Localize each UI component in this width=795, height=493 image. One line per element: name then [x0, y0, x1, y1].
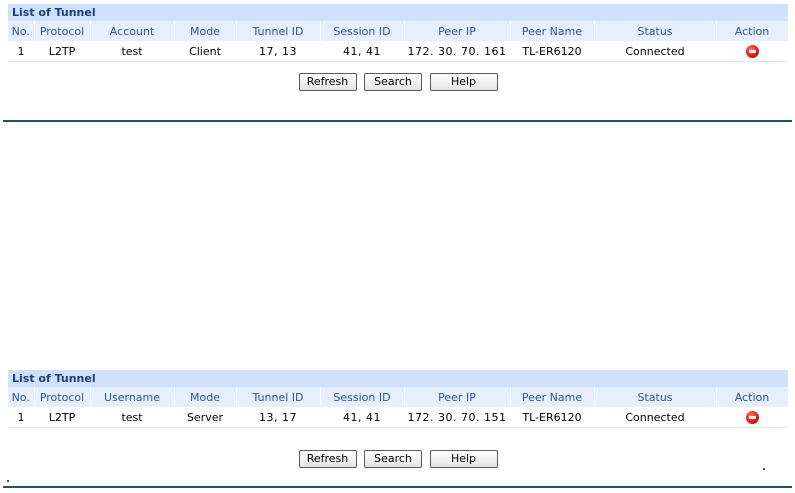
- col-header-username: Username: [90, 387, 175, 407]
- panel-title: List of Tunnel: [8, 370, 788, 387]
- cell-tunnel-id: 13, 17: [236, 407, 320, 428]
- search-button[interactable]: Search: [364, 450, 422, 468]
- search-button[interactable]: Search: [364, 73, 422, 91]
- col-header-tunnel-id: Tunnel ID: [236, 21, 321, 41]
- cell-mode: Client: [174, 41, 236, 62]
- table-header-row: No. Protocol Username Mode Tunnel ID Ses…: [8, 387, 789, 407]
- cell-status: Connected: [594, 41, 716, 62]
- col-header-mode: Mode: [174, 387, 237, 407]
- cell-mode: Server: [174, 407, 236, 428]
- cell-session-id: 41, 41: [320, 407, 404, 428]
- cell-protocol: L2TP: [34, 407, 90, 428]
- help-button[interactable]: Help: [429, 450, 498, 468]
- col-header-action: Action: [716, 387, 789, 407]
- cell-username: test: [90, 407, 174, 428]
- cell-action: [716, 407, 788, 428]
- cell-peer-ip: 172. 30. 70. 161: [404, 41, 510, 62]
- cell-status: Connected: [594, 407, 716, 428]
- col-header-no: No.: [8, 387, 35, 407]
- table-row: 1 L2TP test Server 13, 17 41, 41 172. 30…: [8, 407, 788, 428]
- divider: [3, 120, 792, 122]
- panel-title: List of Tunnel: [8, 4, 788, 21]
- tunnel-list-panel-client: List of Tunnel No. Protocol Account Mode…: [8, 4, 789, 95]
- delete-icon[interactable]: [745, 410, 759, 424]
- divider: [3, 486, 792, 488]
- cell-peer-name: TL-ER6120: [510, 407, 594, 428]
- col-header-peer-name: Peer Name: [510, 387, 595, 407]
- col-header-no: No.: [8, 21, 35, 41]
- cell-protocol: L2TP: [34, 41, 90, 62]
- col-header-session-id: Session ID: [320, 387, 405, 407]
- stray-dot: [7, 480, 9, 482]
- cell-no: 1: [8, 407, 34, 428]
- cell-no: 1: [8, 41, 34, 62]
- col-header-peer-name: Peer Name: [510, 21, 595, 41]
- table-row: 1 L2TP test Client 17, 13 41, 41 172. 30…: [8, 41, 788, 62]
- cell-account: test: [90, 41, 174, 62]
- table-header-row: No. Protocol Account Mode Tunnel ID Sess…: [8, 21, 789, 41]
- col-header-action: Action: [716, 21, 789, 41]
- cell-peer-name: TL-ER6120: [510, 41, 594, 62]
- stray-dot: [763, 468, 765, 470]
- cell-action: [716, 41, 788, 62]
- col-header-status: Status: [594, 21, 717, 41]
- col-header-mode: Mode: [174, 21, 237, 41]
- col-header-account: Account: [90, 21, 175, 41]
- col-header-session-id: Session ID: [320, 21, 405, 41]
- refresh-button[interactable]: Refresh: [298, 450, 357, 468]
- refresh-button[interactable]: Refresh: [298, 73, 357, 91]
- tunnel-table: No. Protocol Username Mode Tunnel ID Ses…: [8, 387, 789, 428]
- button-row: Refresh Search Help: [8, 73, 788, 95]
- col-header-protocol: Protocol: [34, 387, 91, 407]
- col-header-status: Status: [594, 387, 717, 407]
- col-header-tunnel-id: Tunnel ID: [236, 387, 321, 407]
- tunnel-list-panel-server: List of Tunnel No. Protocol Username Mod…: [8, 370, 789, 472]
- cell-peer-ip: 172. 30. 70. 151: [404, 407, 510, 428]
- col-header-peer-ip: Peer IP: [404, 387, 511, 407]
- help-button[interactable]: Help: [429, 73, 498, 91]
- col-header-peer-ip: Peer IP: [404, 21, 511, 41]
- col-header-protocol: Protocol: [34, 21, 91, 41]
- cell-session-id: 41, 41: [320, 41, 404, 62]
- cell-tunnel-id: 17, 13: [236, 41, 320, 62]
- delete-icon[interactable]: [745, 44, 759, 58]
- tunnel-table: No. Protocol Account Mode Tunnel ID Sess…: [8, 21, 789, 62]
- button-row: Refresh Search Help: [8, 450, 788, 472]
